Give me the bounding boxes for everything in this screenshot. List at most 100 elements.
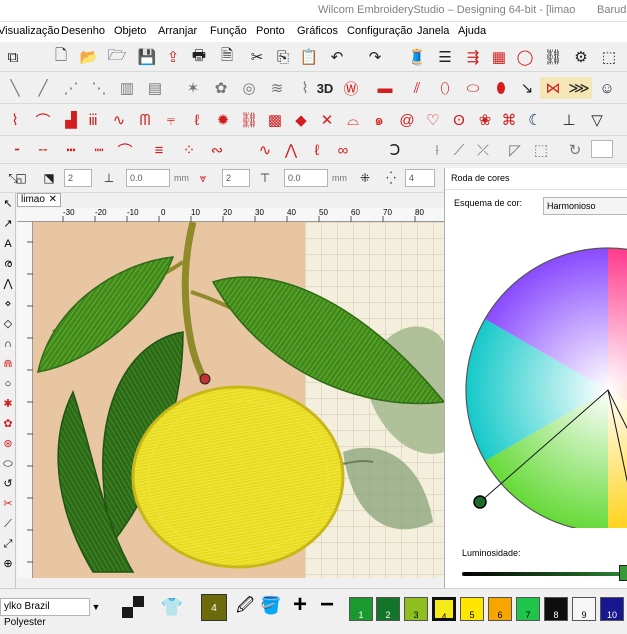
point-tool-icon[interactable]: ⋄ bbox=[1, 297, 15, 311]
density-icon[interactable]: ⁜ bbox=[352, 167, 378, 189]
align-a-icon[interactable]: ◸ bbox=[502, 139, 528, 161]
line-rope-icon[interactable]: ∾ bbox=[204, 139, 230, 161]
tatami-icon[interactable]: ▤ bbox=[142, 77, 168, 99]
line-dash-d-icon[interactable]: ┉ bbox=[86, 139, 112, 161]
3d-effect-icon[interactable]: 3D bbox=[312, 77, 338, 99]
stitch-scallop-icon[interactable]: ⌒ bbox=[30, 109, 56, 131]
menu-visualizacao[interactable]: Visualização bbox=[0, 25, 60, 37]
stitch-spiral-icon[interactable]: @ bbox=[394, 109, 420, 131]
stitch-bead-icon[interactable]: ʘ bbox=[446, 109, 472, 131]
anchor-icon[interactable]: ⊥ bbox=[556, 109, 582, 131]
point-icon[interactable]: ↘ bbox=[514, 77, 540, 99]
sequence-icon[interactable]: ☰ bbox=[432, 46, 458, 68]
line-wave-icon[interactable]: ∿ bbox=[252, 139, 278, 161]
menu-desenho[interactable]: Desenho bbox=[61, 25, 105, 37]
current-color-swatch[interactable]: 4 bbox=[201, 594, 227, 621]
flower-icon[interactable]: ✿ bbox=[208, 77, 234, 99]
palette-swatch-2[interactable]: 2 bbox=[376, 597, 400, 621]
new-file-icon[interactable]: 🗋 bbox=[48, 46, 74, 68]
menu-funcao[interactable]: Função bbox=[210, 25, 247, 37]
lock-icon[interactable]: ⛓ bbox=[540, 46, 566, 68]
stitch-chain-icon[interactable]: ⛓ bbox=[236, 109, 262, 131]
print-icon[interactable]: 🖶 bbox=[186, 46, 212, 68]
column-tool-icon[interactable]: ⋀ bbox=[1, 277, 15, 291]
stitch-loop-icon[interactable]: ℓ bbox=[184, 109, 210, 131]
document-tab[interactable]: limao ✕ bbox=[17, 193, 61, 207]
design-canvas[interactable] bbox=[33, 222, 444, 578]
wheel-marker[interactable] bbox=[473, 495, 487, 509]
cutter-tool-icon[interactable]: ✂ bbox=[1, 497, 15, 511]
column-a-icon[interactable]: ╱ bbox=[30, 77, 56, 99]
circle-icon[interactable]: ◎ bbox=[236, 77, 262, 99]
line-zigzag-icon[interactable]: ⋀ bbox=[278, 139, 304, 161]
chevron-down-icon[interactable]: ▼ bbox=[90, 598, 102, 616]
line-triple-icon[interactable]: ≡ bbox=[146, 139, 172, 161]
palette-swatch-3[interactable]: 3 bbox=[404, 597, 428, 621]
line-dash-b-icon[interactable]: ╌ bbox=[30, 139, 56, 161]
line-dash-c-icon[interactable]: ┅ bbox=[58, 139, 84, 161]
menu-ajuda[interactable]: Ajuda bbox=[458, 25, 486, 37]
palette-swatch-1[interactable]: 1 bbox=[349, 597, 373, 621]
palette-swatch-4[interactable]: 4 bbox=[432, 597, 456, 622]
fill-icon[interactable]: ▦ bbox=[486, 46, 512, 68]
stitch-comb-icon[interactable]: ⅲ bbox=[80, 109, 106, 131]
menu-objeto[interactable]: Objeto bbox=[114, 25, 146, 37]
travel-icon[interactable]: ⇶ bbox=[460, 46, 486, 68]
menu-ponto[interactable]: Ponto bbox=[256, 25, 285, 37]
fill-tool-icon[interactable]: ⋒ bbox=[1, 357, 15, 371]
paste-icon[interactable]: 📋 bbox=[296, 46, 322, 68]
line-reshape-icon[interactable]: Ↄ bbox=[382, 139, 408, 161]
spiral-tool-icon[interactable]: ര bbox=[1, 257, 15, 271]
add-color-icon[interactable]: + bbox=[287, 592, 313, 618]
remove-color-icon[interactable]: − bbox=[314, 592, 340, 618]
transform-c-icon[interactable]: ⬔ bbox=[36, 167, 62, 189]
copy-icon[interactable]: ⧉ bbox=[0, 46, 26, 68]
needle-icon[interactable]: ▽ bbox=[584, 109, 610, 131]
cut-icon[interactable]: ✂ bbox=[244, 46, 270, 68]
star-tool-icon[interactable]: ✱ bbox=[1, 397, 15, 411]
stitch-knot-icon[interactable]: ❀ bbox=[472, 109, 498, 131]
menu-configuracao[interactable]: Configuração bbox=[347, 25, 412, 37]
save-icon[interactable]: 💾 bbox=[134, 46, 160, 68]
polygon-tool-icon[interactable]: ◇ bbox=[1, 317, 15, 331]
emblem-icon[interactable]: Ⓦ bbox=[338, 77, 364, 99]
thread-chart-select[interactable]: ylko Brazil Polyester bbox=[0, 598, 90, 628]
hoop-icon[interactable]: ⬚ bbox=[596, 46, 622, 68]
stitch-wave-icon[interactable]: ∿ bbox=[106, 109, 132, 131]
density-b-icon[interactable]: ⁛ bbox=[378, 167, 404, 189]
stitch-blanket-icon[interactable]: ⫧ bbox=[158, 109, 184, 131]
stitch-arch-icon[interactable]: ⌓ bbox=[340, 109, 366, 131]
fancy-fill-icon[interactable]: ⫽ bbox=[404, 77, 430, 99]
scheme-select[interactable]: Harmonioso bbox=[543, 197, 627, 215]
motif-icon[interactable]: ✶ bbox=[180, 77, 206, 99]
density-field[interactable]: 4 bbox=[405, 169, 435, 187]
export-icon[interactable]: ⇪ bbox=[160, 46, 186, 68]
person-icon[interactable]: ☺ bbox=[594, 77, 620, 99]
stitch-player-icon[interactable]: 🧵 bbox=[404, 46, 430, 68]
color-wheel[interactable] bbox=[445, 238, 627, 528]
line-bean-icon[interactable]: ⁘ bbox=[176, 139, 202, 161]
text-tool-icon[interactable]: A bbox=[1, 237, 15, 251]
color-palette-icon[interactable] bbox=[122, 596, 144, 618]
leaf-fill-a-icon[interactable]: ⬯ bbox=[432, 77, 458, 99]
height-field[interactable]: 0.0 bbox=[126, 169, 170, 187]
stitch-checker-icon[interactable]: ▩ bbox=[262, 109, 288, 131]
mirror-b-icon[interactable]: ⟋ bbox=[446, 139, 472, 161]
menu-graficos[interactable]: Gráficos bbox=[297, 25, 338, 37]
knife-tool-icon[interactable]: ⟋ bbox=[1, 517, 15, 531]
redo-icon[interactable]: ↷ bbox=[362, 46, 388, 68]
rotate-value-field[interactable] bbox=[591, 140, 613, 158]
close-icon[interactable]: ✕ bbox=[49, 194, 57, 206]
stitch-zigzag-icon[interactable]: ⌇ bbox=[2, 109, 28, 131]
column-b-icon[interactable]: ⋰ bbox=[58, 77, 84, 99]
align-b-icon[interactable]: ⬚ bbox=[528, 139, 554, 161]
palette-swatch-8[interactable]: 8 bbox=[544, 597, 568, 621]
undo-icon[interactable]: ↶ bbox=[324, 46, 350, 68]
zoom-tool-icon[interactable]: ⊕ bbox=[1, 557, 15, 571]
shirt-icon[interactable]: 👕 bbox=[160, 595, 184, 619]
measure-tool-icon[interactable]: ⤢ bbox=[1, 537, 15, 551]
open-recent-icon[interactable]: 🗁 bbox=[104, 46, 130, 68]
line-chain-icon[interactable]: ∞ bbox=[330, 139, 356, 161]
effects-icon[interactable]: ⚙ bbox=[568, 46, 594, 68]
curve-tool-icon[interactable]: ↺ bbox=[1, 477, 15, 491]
